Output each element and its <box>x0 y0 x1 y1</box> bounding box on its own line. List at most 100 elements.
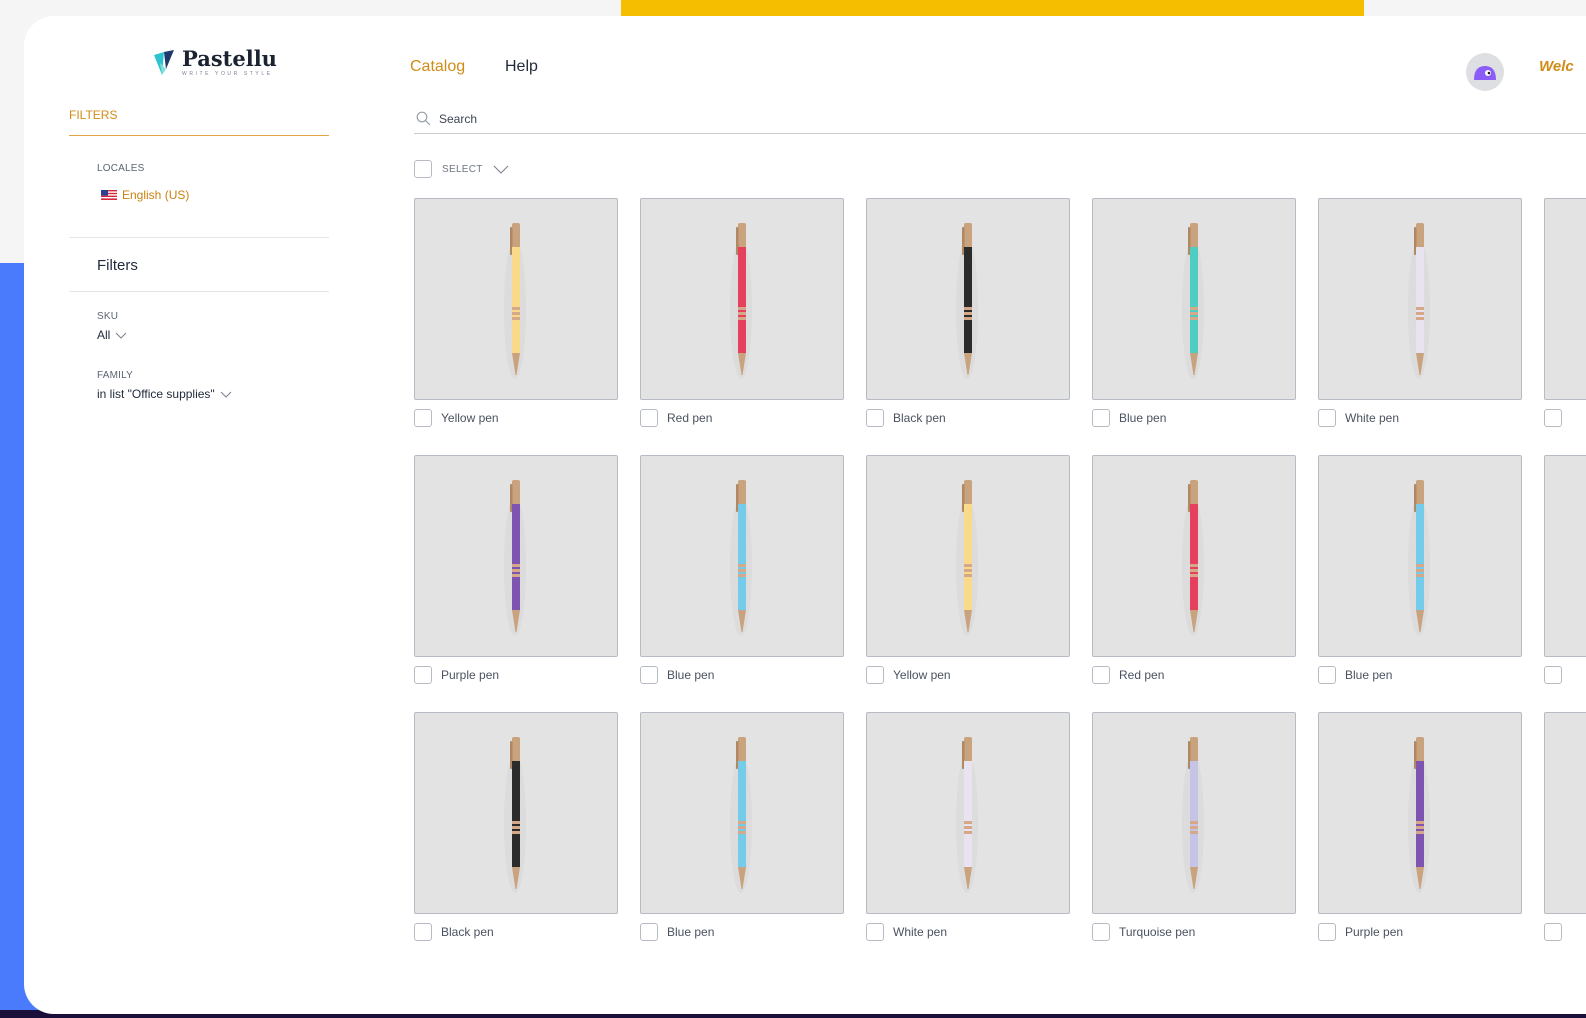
product-image[interactable] <box>1092 712 1296 914</box>
product-card[interactable] <box>1544 712 1586 969</box>
product-checkbox[interactable] <box>1544 409 1562 427</box>
pen-image <box>1182 480 1204 636</box>
tab-filters[interactable]: FILTERS <box>69 108 329 136</box>
product-image[interactable] <box>1544 712 1586 914</box>
divider <box>69 291 329 292</box>
product-checkbox[interactable] <box>1092 409 1110 427</box>
product-checkbox[interactable] <box>640 666 658 684</box>
avatar-icon <box>1474 66 1496 80</box>
product-label: Blue pen <box>1345 668 1393 682</box>
product-footer: Blue pen <box>640 666 844 684</box>
product-card[interactable]: Red pen <box>1092 455 1296 712</box>
product-label: Turquoise pen <box>1119 925 1196 939</box>
product-checkbox[interactable] <box>1544 923 1562 941</box>
pen-image <box>1182 737 1204 893</box>
product-card[interactable]: Blue pen <box>1092 198 1296 455</box>
product-image[interactable] <box>1092 198 1296 400</box>
product-checkbox[interactable] <box>1318 409 1336 427</box>
product-label: Blue pen <box>1119 411 1167 425</box>
product-image[interactable] <box>1092 455 1296 657</box>
sku-label: SKU <box>97 311 119 322</box>
pen-image <box>730 223 752 379</box>
avatar[interactable] <box>1466 53 1504 91</box>
family-label: FAMILY <box>97 370 134 381</box>
product-image[interactable] <box>640 198 844 400</box>
product-footer <box>1544 923 1586 941</box>
pen-image <box>956 480 978 636</box>
sku-filter-dropdown[interactable]: All <box>97 328 127 342</box>
product-card[interactable]: Blue pen <box>640 712 844 969</box>
product-card[interactable]: Yellow pen <box>414 198 618 455</box>
product-checkbox[interactable] <box>414 409 432 427</box>
product-image[interactable] <box>1318 198 1522 400</box>
product-image[interactable] <box>866 455 1070 657</box>
product-card[interactable]: Blue pen <box>1318 455 1522 712</box>
product-checkbox[interactable] <box>866 409 884 427</box>
product-image[interactable] <box>640 712 844 914</box>
background-yellow-bar <box>621 0 1364 16</box>
product-image[interactable] <box>1544 198 1586 400</box>
tab-filters-label: FILTERS <box>69 108 118 122</box>
product-checkbox[interactable] <box>1318 923 1336 941</box>
product-image[interactable] <box>866 712 1070 914</box>
product-card[interactable]: White pen <box>1318 198 1522 455</box>
product-checkbox[interactable] <box>866 923 884 941</box>
divider <box>69 237 329 238</box>
product-label: Yellow pen <box>893 668 951 682</box>
product-card[interactable]: Black pen <box>866 198 1070 455</box>
product-card[interactable]: White pen <box>866 712 1070 969</box>
product-image[interactable] <box>640 455 844 657</box>
product-checkbox[interactable] <box>640 923 658 941</box>
product-card[interactable]: Purple pen <box>1318 712 1522 969</box>
product-card[interactable]: Black pen <box>414 712 618 969</box>
pen-image <box>956 223 978 379</box>
select-all-checkbox[interactable] <box>414 160 432 178</box>
pen-image <box>956 737 978 893</box>
product-card[interactable]: Purple pen <box>414 455 618 712</box>
product-image[interactable] <box>414 455 618 657</box>
product-checkbox[interactable] <box>640 409 658 427</box>
product-checkbox[interactable] <box>414 666 432 684</box>
nav-catalog[interactable]: Catalog <box>410 58 465 76</box>
chevron-down-icon[interactable] <box>493 165 509 174</box>
app-window: Pastellu WRITE YOUR STYLE FILTERS LOCALE… <box>24 16 1586 1014</box>
select-dropdown-label[interactable]: SELECT <box>442 164 483 175</box>
product-card[interactable] <box>1544 198 1586 455</box>
search-input[interactable] <box>439 111 1039 126</box>
product-card[interactable]: Blue pen <box>640 455 844 712</box>
product-checkbox[interactable] <box>1092 923 1110 941</box>
logo[interactable]: Pastellu WRITE YOUR STYLE <box>152 48 277 77</box>
search-bar <box>414 104 1586 134</box>
product-checkbox[interactable] <box>1318 666 1336 684</box>
product-footer: Turquoise pen <box>1092 923 1296 941</box>
product-checkbox[interactable] <box>866 666 884 684</box>
product-label: Yellow pen <box>441 411 499 425</box>
product-card[interactable] <box>1544 455 1586 712</box>
product-footer <box>1544 666 1586 684</box>
product-footer: Blue pen <box>1092 409 1296 427</box>
product-card[interactable]: Yellow pen <box>866 455 1070 712</box>
family-filter-dropdown[interactable]: in list "Office supplies" <box>97 387 232 401</box>
product-footer: Red pen <box>640 409 844 427</box>
pen-image <box>504 223 526 379</box>
product-image[interactable] <box>414 198 618 400</box>
product-image[interactable] <box>414 712 618 914</box>
nav-help[interactable]: Help <box>505 58 538 76</box>
pen-image <box>1408 480 1430 636</box>
product-image[interactable] <box>866 198 1070 400</box>
locale-selector[interactable]: English (US) <box>101 188 189 202</box>
product-footer: Blue pen <box>640 923 844 941</box>
product-checkbox[interactable] <box>1092 666 1110 684</box>
product-checkbox[interactable] <box>414 923 432 941</box>
product-image[interactable] <box>1544 455 1586 657</box>
product-card[interactable]: Turquoise pen <box>1092 712 1296 969</box>
product-image[interactable] <box>1318 712 1522 914</box>
pen-image <box>730 480 752 636</box>
logo-icon <box>154 49 174 75</box>
product-image[interactable] <box>1318 455 1522 657</box>
product-checkbox[interactable] <box>1544 666 1562 684</box>
product-footer: White pen <box>866 923 1070 941</box>
select-all-control: SELECT <box>414 160 509 178</box>
product-card[interactable]: Red pen <box>640 198 844 455</box>
sku-filter-value: All <box>97 328 111 342</box>
